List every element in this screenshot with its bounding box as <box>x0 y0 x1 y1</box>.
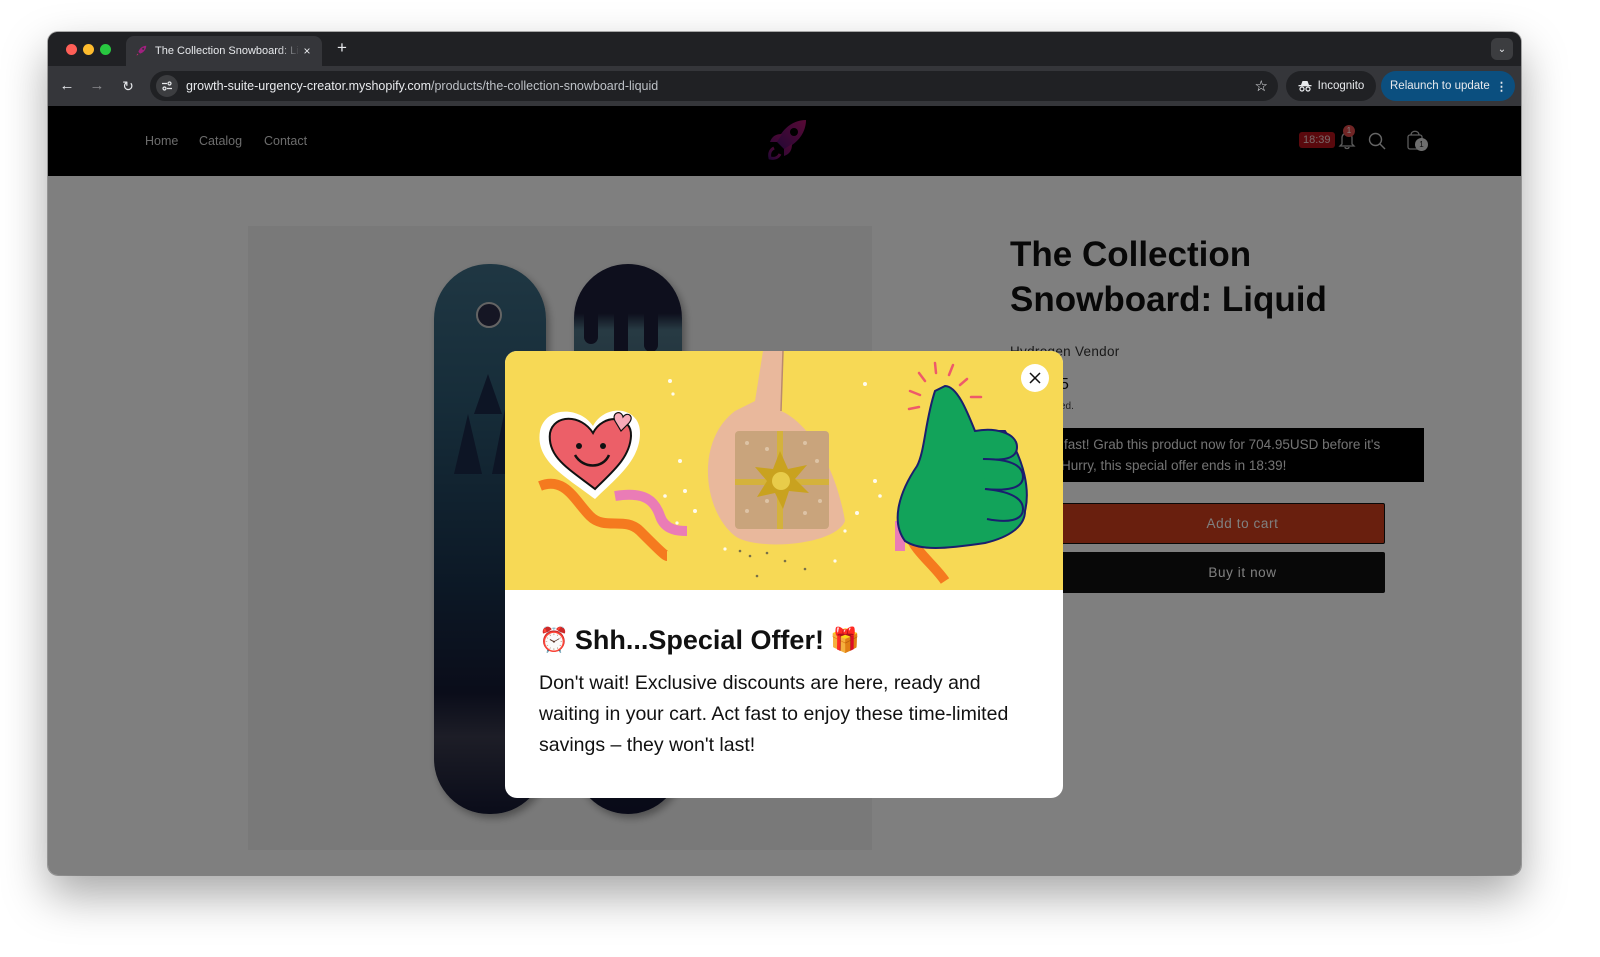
chevron-down-icon: ⌄ <box>1497 43 1507 55</box>
browser-menu-icon[interactable]: ⋮ <box>1496 79 1508 93</box>
rocket-favicon-icon <box>136 45 147 56</box>
modal-close-button[interactable] <box>1021 364 1049 392</box>
tab-close-icon[interactable]: × <box>300 44 314 58</box>
forward-button[interactable]: → <box>87 76 107 96</box>
new-tab-button[interactable]: + <box>332 38 352 58</box>
confetti-dark <box>738 549 807 578</box>
tab-search-button[interactable]: ⌄ <box>1491 38 1513 60</box>
relaunch-label: Relaunch to update <box>1390 80 1490 92</box>
modal-description: Don't wait! Exclusive discounts are here… <box>539 672 1009 756</box>
special-offer-modal: ⏰ Shh...Special Offer! 🎁 Don't wait! Exc… <box>505 351 1063 798</box>
tab-strip: The Collection Snowboard: Liquid × + ⌄ <box>48 32 1521 66</box>
alarm-clock-icon: ⏰ <box>539 627 569 654</box>
incognito-icon <box>1298 81 1312 92</box>
back-button[interactable]: ← <box>57 76 77 96</box>
gift-illustration <box>538 351 1028 584</box>
bookmark-star-icon[interactable]: ☆ <box>1255 77 1268 95</box>
reload-button[interactable]: ↻ <box>118 76 138 96</box>
site-settings-icon[interactable] <box>156 75 178 97</box>
relaunch-to-update-button[interactable]: Relaunch to update ⋮ <box>1381 71 1515 101</box>
modal-title: ⏰ Shh...Special Offer! 🎁 <box>539 625 1039 656</box>
close-icon <box>1029 372 1041 384</box>
tab-title: The Collection Snowboard: Liquid <box>155 45 300 57</box>
address-bar[interactable]: growth-suite-urgency-creator.myshopify.c… <box>150 71 1278 101</box>
browser-tab-active[interactable]: The Collection Snowboard: Liquid × <box>126 36 322 66</box>
incognito-label: Incognito <box>1317 80 1365 92</box>
minimize-window-button[interactable] <box>83 44 94 55</box>
web-page: Home Catalog Contact 18:39 1 <box>48 106 1521 875</box>
modal-body: ⏰ Shh...Special Offer! 🎁 Don't wait! Exc… <box>539 625 1039 761</box>
url-text[interactable]: growth-suite-urgency-creator.myshopify.c… <box>186 79 1255 93</box>
tune-icon <box>162 81 172 91</box>
thumbs-up-sticker <box>895 361 1028 584</box>
browser-toolbar: ← → ↻ growth-suite-urgency-creator.mysho… <box>48 66 1521 106</box>
modal-title-text: Shh...Special Offer! <box>574 625 824 655</box>
browser-window: The Collection Snowboard: Liquid × + ⌄ ←… <box>48 32 1521 875</box>
maximize-window-button[interactable] <box>100 44 111 55</box>
offer-hero-image <box>505 351 1063 590</box>
incognito-indicator[interactable]: Incognito <box>1286 71 1376 101</box>
gift-icon: 🎁 <box>829 627 860 654</box>
url-path: /products/the-collection-snowboard-liqui… <box>431 79 659 93</box>
close-window-button[interactable] <box>66 44 77 55</box>
url-host: growth-suite-urgency-creator.myshopify.c… <box>186 79 431 93</box>
